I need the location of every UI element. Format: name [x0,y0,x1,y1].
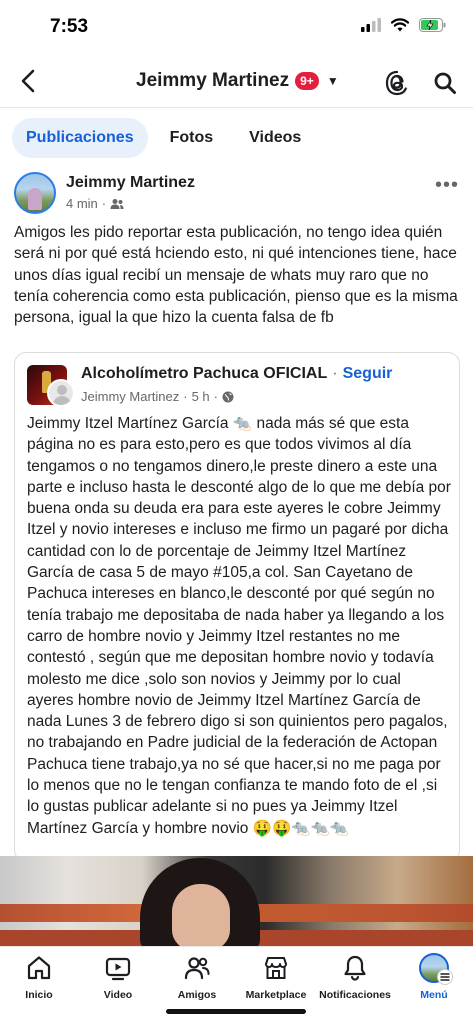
tab-videos[interactable]: Videos [235,118,315,158]
more-options-icon[interactable]: ••• [435,174,459,197]
nav-amigos[interactable]: Amigos [154,951,240,1007]
bottom-nav: Inicio Video Amigos Marketplace Notifica… [0,946,473,1024]
shared-page-name[interactable]: Alcoholímetro Pachuca OFICIAL [81,365,327,383]
post-header: Jeimmy Martinez 4 min · ••• [14,170,459,216]
shared-author-name[interactable]: Jeimmy Martinez [81,389,179,404]
tab-fotos[interactable]: Fotos [156,118,228,158]
status-bar: 7:53 [0,0,473,56]
shared-author-avatar [47,379,75,407]
nav-video[interactable]: Video [75,951,161,1007]
marketplace-icon [265,957,287,979]
menu-lines-icon [437,969,453,985]
profile-switcher[interactable]: Jeimmy Martinez 9+ ▼ [136,70,339,92]
shared-post-card[interactable]: Alcoholímetro Pachuca OFICIAL · Seguir J… [14,352,460,862]
shared-post-text: Jeimmy Itzel Martínez García 🐀 nada más … [27,415,451,837]
post-time: 4 min [66,196,98,211]
tab-publicaciones[interactable]: Publicaciones [12,118,148,158]
status-time: 7:53 [50,16,89,37]
nav-notificaciones[interactable]: Notificaciones [312,951,398,1007]
video-icon [105,957,131,981]
home-indicator[interactable] [166,1009,306,1014]
page-title: Jeimmy Martinez [136,70,290,91]
profile-tabs: Publicaciones Fotos Videos [12,118,315,158]
search-button[interactable] [430,68,460,98]
threads-icon [385,70,407,96]
status-icons [361,18,447,32]
post-photo[interactable] [0,856,473,946]
globe-icon [222,391,234,402]
search-icon [434,72,456,94]
shared-post-time: 5 h [191,389,210,404]
cellular-signal-icon [361,18,381,32]
bell-icon [344,955,366,981]
back-button[interactable] [14,66,42,96]
battery-charging-icon [419,18,446,32]
nav-marketplace[interactable]: Marketplace [233,951,319,1007]
top-bar: Jeimmy Martinez 9+ ▼ [0,56,473,108]
wifi-icon [391,18,409,32]
chevron-left-icon [21,69,35,93]
caret-down-icon: ▼ [326,74,339,88]
notification-badge: 9+ [295,72,319,90]
home-icon [27,956,51,980]
friends-icon [110,198,124,209]
follow-button[interactable]: Seguir [343,365,393,383]
nav-menu[interactable]: Menú [391,951,473,1007]
profile-menu-icon [419,953,453,985]
threads-button[interactable] [382,68,412,98]
shared-page-row: Alcoholímetro Pachuca OFICIAL · Seguir [81,365,393,383]
post-meta: 4 min · [66,196,124,211]
post-text: Amigos les pido reportar esta publicació… [14,224,458,327]
friends-icon [184,957,210,980]
author-avatar[interactable] [14,172,56,214]
nav-inicio[interactable]: Inicio [0,951,82,1007]
shared-post-meta: Jeimmy Martinez · 5 h · [81,389,234,404]
post-author-name[interactable]: Jeimmy Martinez [66,174,195,192]
